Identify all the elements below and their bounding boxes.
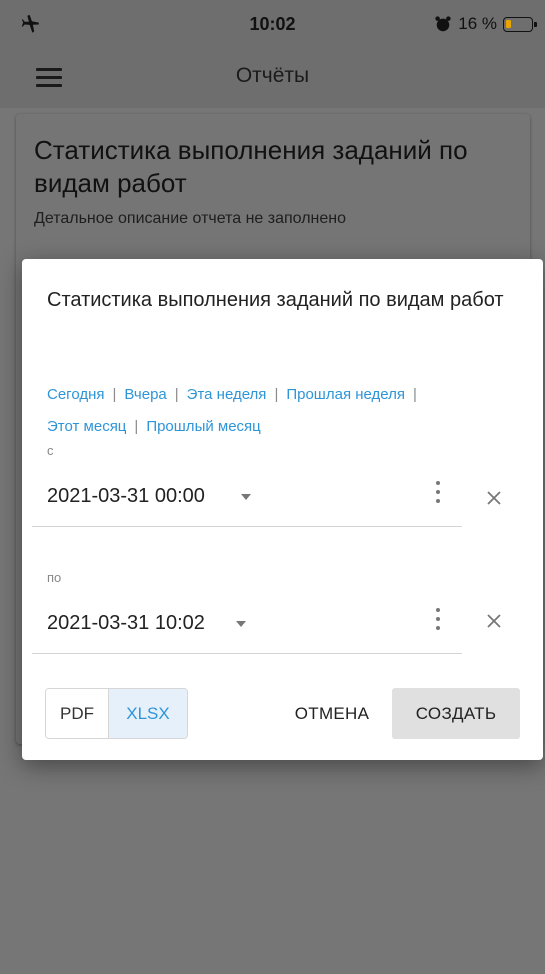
to-date-value: 2021-03-31 10:02 [47, 612, 205, 634]
to-label: по [47, 570, 62, 585]
separator: | [134, 418, 139, 435]
report-card-title: Статистика выполнения заданий по видам р… [34, 135, 468, 198]
create-report-dialog: Статистика выполнения заданий по видам р… [22, 259, 543, 760]
battery-percent: 16 % [458, 14, 497, 33]
alarm-icon [435, 16, 451, 32]
separator: | [112, 386, 117, 403]
separator: | [413, 386, 417, 403]
quick-range-last-week[interactable]: Прошлая неделя [286, 386, 405, 403]
quick-range-last-month[interactable]: Прошлый месяц [146, 418, 260, 435]
separator: | [274, 386, 279, 403]
quick-range-this-week[interactable]: Эта неделя [187, 386, 267, 403]
format-xlsx-option[interactable]: XLSX [109, 689, 187, 738]
quick-range-yesterday[interactable]: Вчера [124, 386, 166, 403]
format-pdf-option[interactable]: PDF [46, 689, 109, 738]
close-icon[interactable] [484, 611, 504, 631]
quick-range-this-month[interactable]: Этот месяц [47, 418, 126, 435]
more-vert-icon[interactable] [432, 481, 444, 511]
chevron-down-icon[interactable] [241, 494, 251, 500]
cancel-button[interactable]: ОТМЕНА [277, 688, 387, 739]
status-bar: 10:02 16 % [0, 0, 545, 46]
battery-icon [503, 16, 537, 32]
dialog-title: Статистика выполнения заданий по видам р… [47, 289, 504, 311]
quick-range-links: Сегодня | Вчера | Эта неделя | Прошлая неделя |… [47, 379, 527, 443]
format-toggle: PDF XLSX [45, 688, 188, 739]
close-icon[interactable] [484, 488, 504, 508]
create-button[interactable]: СОЗДАТЬ [392, 688, 520, 739]
chevron-down-icon[interactable] [236, 621, 246, 627]
app-bar-title: Отчёты [235, 64, 310, 87]
to-date-field[interactable]: 2021-03-31 10:02 [32, 608, 462, 654]
more-vert-icon[interactable] [432, 608, 444, 638]
separator: | [174, 386, 179, 403]
quick-range-today[interactable]: Сегодня [47, 386, 105, 403]
from-label: с [47, 443, 54, 458]
from-date-value: 2021-03-31 00:00 [47, 485, 205, 507]
from-date-field[interactable]: 2021-03-31 00:00 [32, 481, 462, 527]
status-right: 16 % [434, 14, 537, 34]
app-bar: Отчёты [0, 46, 545, 108]
report-card-description: Детальное описание отчета не заполнено [34, 210, 347, 227]
